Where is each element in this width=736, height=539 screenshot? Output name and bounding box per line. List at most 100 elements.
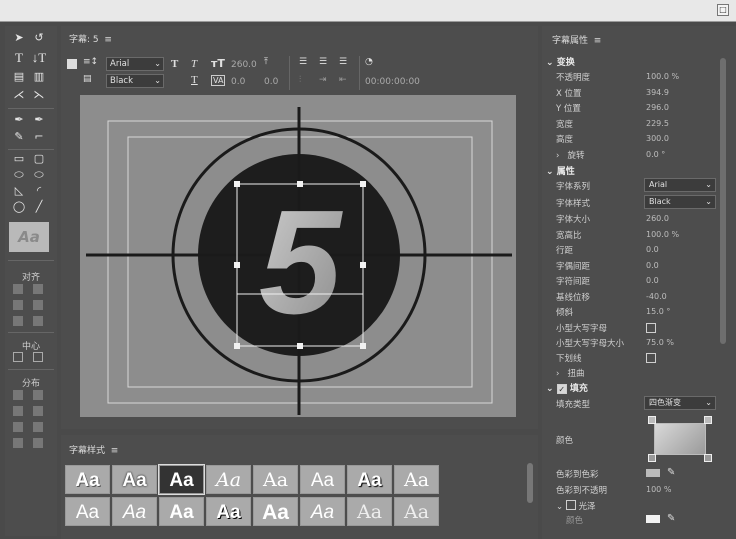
tracking-value[interactable]: 0.0 (264, 77, 278, 87)
distribute-left-icon[interactable] (13, 390, 23, 400)
font-family-select[interactable]: Arial ⌄ (644, 178, 716, 192)
attributes-section[interactable]: ⌄ 属性 (546, 164, 575, 177)
eyedropper-icon[interactable]: ✎ (667, 513, 675, 524)
countdown-number[interactable]: 5 (259, 180, 344, 345)
style-swatch[interactable]: Aa (347, 465, 392, 494)
circle-tool-icon[interactable]: ◯ (11, 200, 27, 214)
line-tool-icon[interactable]: ╱ (31, 200, 47, 214)
vertical-path-type-tool-icon[interactable]: ⋋ (31, 88, 47, 102)
delete-anchor-tool-icon[interactable]: ✒ (31, 113, 47, 127)
style-swatch[interactable]: Aa (65, 465, 110, 494)
font-size-value[interactable]: 260.0 (231, 60, 257, 70)
align-middle-icon[interactable] (13, 316, 23, 326)
add-anchor-tool-icon[interactable]: ✎ (11, 130, 27, 144)
style-swatch[interactable]: Aa (300, 465, 345, 494)
attribute-value[interactable]: 0.0 (646, 261, 659, 270)
clipped-corner-tool-icon[interactable]: ⬭ (11, 168, 27, 182)
panel-menu-icon[interactable]: ≡ (104, 35, 112, 45)
align-right-text-icon[interactable]: ☰ (339, 57, 347, 67)
rounded-rectangle-tool-icon[interactable]: ▢ (31, 152, 47, 166)
style-swatch[interactable]: Aa (112, 465, 157, 494)
center-vertical-icon[interactable] (33, 352, 43, 362)
distort-row[interactable]: › 扭曲 (556, 367, 585, 379)
distribute-vertical-icon[interactable] (33, 438, 43, 448)
fill-type-select[interactable]: 四色渐变 ⌄ (644, 396, 716, 410)
distribute-right-icon[interactable] (13, 406, 23, 416)
small-caps-checkbox[interactable] (646, 323, 656, 333)
style-swatch[interactable]: Aa (394, 465, 439, 494)
style-swatch[interactable]: Aa (158, 464, 205, 495)
timecode[interactable]: 00:00:00:00 (365, 77, 420, 87)
sheen-checkbox[interactable] (565, 500, 576, 510)
title-panel-tab[interactable]: 字幕: 5 ≡ (69, 32, 112, 45)
center-horizontal-icon[interactable] (13, 352, 23, 362)
template-icon[interactable]: ▤ (83, 74, 92, 84)
panel-menu-icon[interactable]: ≡ (594, 36, 602, 46)
eyedropper-icon[interactable]: ✎ (667, 467, 675, 478)
color-stop-top-right[interactable] (704, 416, 712, 424)
align-left-text-icon[interactable]: ☰ (299, 57, 307, 67)
style-swatch[interactable]: Aa (206, 497, 251, 526)
transform-value[interactable]: 394.9 (646, 88, 669, 97)
new-title-icon[interactable] (67, 59, 77, 69)
bold-icon[interactable]: T (171, 58, 178, 70)
style-swatch[interactable]: Aa (300, 497, 345, 526)
title-styles-tab[interactable]: 字幕样式 ≡ (69, 443, 118, 456)
tab-right-icon[interactable]: ⇤ (339, 75, 347, 85)
align-center-icon[interactable] (33, 284, 43, 294)
color-stop-bottom-left[interactable] (648, 454, 656, 462)
ellipse-tool-icon[interactable]: ⬭ (31, 168, 47, 182)
align-bottom-icon[interactable] (33, 316, 43, 326)
tab-stops-icon[interactable]: ⫶ (299, 75, 301, 85)
attribute-value[interactable]: 260.0 (646, 214, 669, 223)
rotation-tool-icon[interactable]: ↺ (31, 31, 47, 45)
underline-icon[interactable]: T (191, 74, 198, 86)
rectangle-tool-icon[interactable]: ▭ (11, 152, 27, 166)
arc-tool-icon[interactable]: ◜ (31, 184, 47, 198)
roll-crawl-icon[interactable]: ≡↕ (83, 57, 98, 67)
panel-menu-icon[interactable]: ≡ (111, 446, 119, 456)
show-background-video-icon[interactable]: ◔ (365, 57, 373, 67)
fill-section[interactable]: ⌄ ✓ 填充 (546, 381, 588, 394)
vertical-type-tool-icon[interactable]: ↓T (31, 51, 47, 65)
font-style-select[interactable]: Black ⌄ (106, 74, 164, 88)
transform-value[interactable]: 300.0 (646, 134, 669, 143)
kerning-value[interactable]: 0.0 (231, 77, 245, 87)
font-family-select[interactable]: Arial ⌄ (106, 57, 164, 71)
align-right-icon[interactable] (13, 300, 23, 310)
align-center-text-icon[interactable]: ☰ (319, 57, 327, 67)
distribute-middle-icon[interactable] (13, 422, 23, 432)
four-color-gradient-preview[interactable] (654, 423, 706, 455)
sheen-color-swatch[interactable] (646, 515, 660, 523)
align-top-icon[interactable] (33, 300, 43, 310)
align-left-icon[interactable] (13, 284, 23, 294)
color-stop-swatch[interactable] (646, 469, 660, 477)
type-tool-icon[interactable]: T (11, 51, 27, 65)
area-type-tool-icon[interactable]: ▤ (11, 70, 27, 84)
vertical-area-type-tool-icon[interactable]: ▥ (31, 70, 47, 84)
path-type-tool-icon[interactable]: ⋌ (11, 88, 27, 102)
color-stop-top-left[interactable] (648, 416, 656, 424)
maximize-button[interactable]: □ (717, 4, 729, 16)
style-swatch[interactable]: Aa (253, 497, 298, 526)
properties-scrollbar[interactable] (720, 58, 726, 344)
color-opacity-value[interactable]: 100 % (646, 485, 671, 494)
transform-section[interactable]: ⌄ 变换 (546, 55, 575, 68)
style-swatch[interactable]: Aa (159, 497, 204, 526)
title-canvas[interactable]: 5 (80, 95, 516, 417)
style-swatch[interactable]: Aa (347, 497, 392, 526)
tab-left-icon[interactable]: ⇥ (319, 75, 327, 85)
pen-tool-icon[interactable]: ✒ (11, 113, 27, 127)
italic-icon[interactable]: T (191, 58, 197, 70)
styles-scrollbar[interactable] (527, 463, 533, 503)
style-swatch[interactable]: Aa (65, 497, 110, 526)
style-swatch[interactable]: Aa (394, 497, 439, 526)
style-swatch[interactable]: Aa (253, 465, 298, 494)
distribute-horizontal-icon[interactable] (13, 438, 23, 448)
title-properties-tab[interactable]: 字幕属性 ≡ (552, 33, 601, 46)
distribute-center-icon[interactable] (33, 390, 43, 400)
font-style-select[interactable]: Black ⌄ (644, 195, 716, 209)
transform-value[interactable]: 229.5 (646, 119, 669, 128)
attribute-value[interactable]: 0.0 (646, 245, 659, 254)
chevron-right-icon[interactable]: › (556, 151, 559, 161)
